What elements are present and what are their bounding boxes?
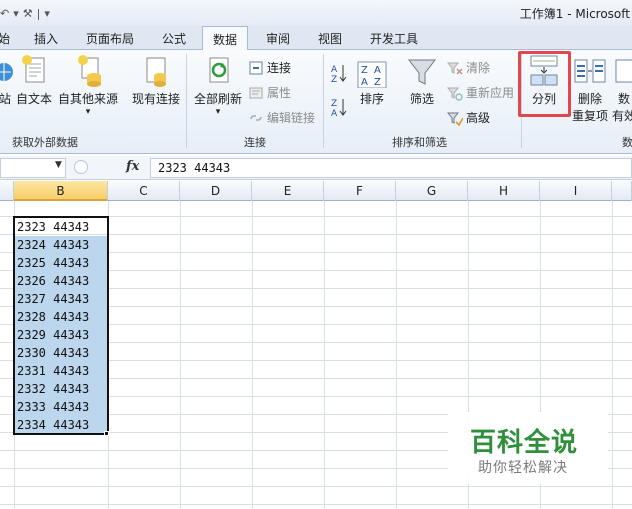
advanced-filter-icon	[447, 112, 463, 126]
separator-icon: |	[36, 6, 41, 20]
window-title: 工作簿1 - Microsoft	[519, 7, 630, 21]
connections-button[interactable]: 连接	[248, 59, 291, 76]
group-divider	[323, 54, 324, 148]
chevron-down-icon[interactable]: ▼	[55, 160, 62, 170]
sort-filter-group-label: 排序和筛选	[392, 136, 447, 149]
tab-data[interactable]: 数据	[202, 26, 249, 51]
refresh-icon	[209, 57, 229, 83]
svg-text:Z: Z	[331, 99, 337, 109]
connections-icon	[249, 61, 263, 74]
reapply-button[interactable]: 重新应用	[447, 84, 514, 101]
filter-button[interactable]: 筛选	[406, 52, 438, 107]
tab-review[interactable]: 审阅	[266, 30, 290, 47]
svg-text:Z: Z	[374, 77, 381, 88]
insert-function-icon[interactable]: fx	[126, 159, 139, 174]
fill-handle[interactable]	[104, 431, 109, 436]
column-header-c[interactable]: C	[108, 181, 180, 201]
column-header-j[interactable]	[612, 181, 632, 201]
svg-text:Z: Z	[331, 75, 337, 84]
sort-ascending-button[interactable]: AZ	[330, 62, 348, 84]
sort-ascending-icon: AZ	[331, 65, 347, 84]
expand-icon[interactable]	[74, 160, 88, 174]
clear-filter-button[interactable]: 清除	[447, 59, 490, 76]
globe-icon	[0, 63, 13, 81]
sort-button[interactable]: Z A A Z 排序	[356, 52, 388, 107]
formula-value: 2323 44343	[158, 161, 231, 175]
corner-select-all[interactable]	[0, 181, 14, 201]
sort-descending-icon: ZA	[331, 99, 347, 118]
tools-icon[interactable]: ⚒	[23, 7, 33, 20]
advanced-filter-button[interactable]: 高级	[447, 109, 490, 126]
chevron-down-icon: ▾	[215, 107, 221, 117]
tab-page-layout[interactable]: 页面布局	[86, 30, 134, 47]
chevron-down-icon: ▾	[85, 107, 91, 117]
svg-text:A: A	[361, 77, 368, 88]
edit-links-button[interactable]: 编辑链接	[248, 109, 315, 126]
column-header-f[interactable]: F	[324, 181, 396, 201]
clear-filter-icon	[447, 62, 463, 74]
link-icon	[250, 114, 262, 121]
watermark-slogan: 助你轻松解决	[478, 460, 568, 476]
customize-qat-icon[interactable]: ▾	[44, 7, 50, 20]
svg-text:A: A	[374, 65, 381, 76]
dropdown-icon[interactable]: ▾	[13, 7, 19, 20]
watermark-logo-text: 百科全说	[470, 428, 579, 458]
column-header-d[interactable]: D	[180, 181, 252, 201]
column-header-g[interactable]: G	[396, 181, 468, 201]
svg-text:A: A	[331, 65, 338, 75]
ribbon-tabs: 始 插入 页面布局 公式 数据 审阅 视图 开发工具	[0, 26, 632, 51]
selection-border	[13, 216, 109, 435]
svg-text:A: A	[331, 109, 338, 118]
svg-text:Z: Z	[361, 65, 368, 76]
properties-icon	[249, 87, 263, 98]
column-headers: B C D E F G H I	[0, 181, 632, 201]
column-header-i[interactable]: I	[540, 181, 612, 201]
title-bar: ↶ ▾ ⚒ | ▾ 工作簿1 - Microsoft	[0, 0, 632, 26]
existing-connections-icon	[146, 57, 166, 87]
tab-insert[interactable]: 插入	[34, 30, 58, 47]
database-icon	[78, 55, 101, 87]
data-validation-button[interactable]: 数 有效	[612, 52, 632, 124]
column-header-h[interactable]: H	[468, 181, 540, 201]
group-divider	[186, 54, 187, 148]
data-validation-icon	[615, 59, 632, 83]
existing-connections-button[interactable]: 现有连接	[132, 52, 180, 107]
connections-group-label: 连接	[244, 136, 266, 149]
external-data-group-label: 获取外部数据	[12, 136, 78, 149]
tab-formulas[interactable]: 公式	[162, 30, 186, 47]
from-other-sources-button[interactable]: 自其他来源 ▾	[58, 52, 118, 117]
column-header-e[interactable]: E	[252, 181, 324, 201]
from-text-button[interactable]: 自文本	[16, 52, 52, 107]
remove-duplicates-button[interactable]: 删除 重复项	[572, 52, 608, 124]
column-header-b[interactable]: B	[14, 181, 108, 201]
properties-button[interactable]: 属性	[248, 84, 291, 101]
tab-developer[interactable]: 开发工具	[370, 30, 418, 47]
undo-icon[interactable]: ↶	[0, 7, 9, 20]
data-tools-group-label: 数	[622, 136, 632, 149]
remove-duplicates-icon	[574, 59, 606, 83]
reapply-icon	[447, 87, 463, 101]
formula-bar: ▼ fx 2323 44343	[0, 156, 632, 180]
sort-descending-button[interactable]: ZA	[330, 96, 348, 118]
tab-view[interactable]: 视图	[318, 30, 342, 47]
refresh-all-button[interactable]: 全部刷新 ▾	[194, 52, 242, 117]
from-web-button[interactable]: 站	[0, 52, 16, 107]
quick-access-toolbar: ↶ ▾ ⚒ | ▾	[0, 4, 50, 22]
sort-dialog-icon: Z A A Z	[357, 61, 387, 88]
text-to-columns-highlight	[518, 51, 571, 117]
funnel-icon	[407, 59, 437, 85]
tab-home[interactable]: 始	[0, 30, 10, 47]
text-file-icon	[22, 55, 45, 83]
